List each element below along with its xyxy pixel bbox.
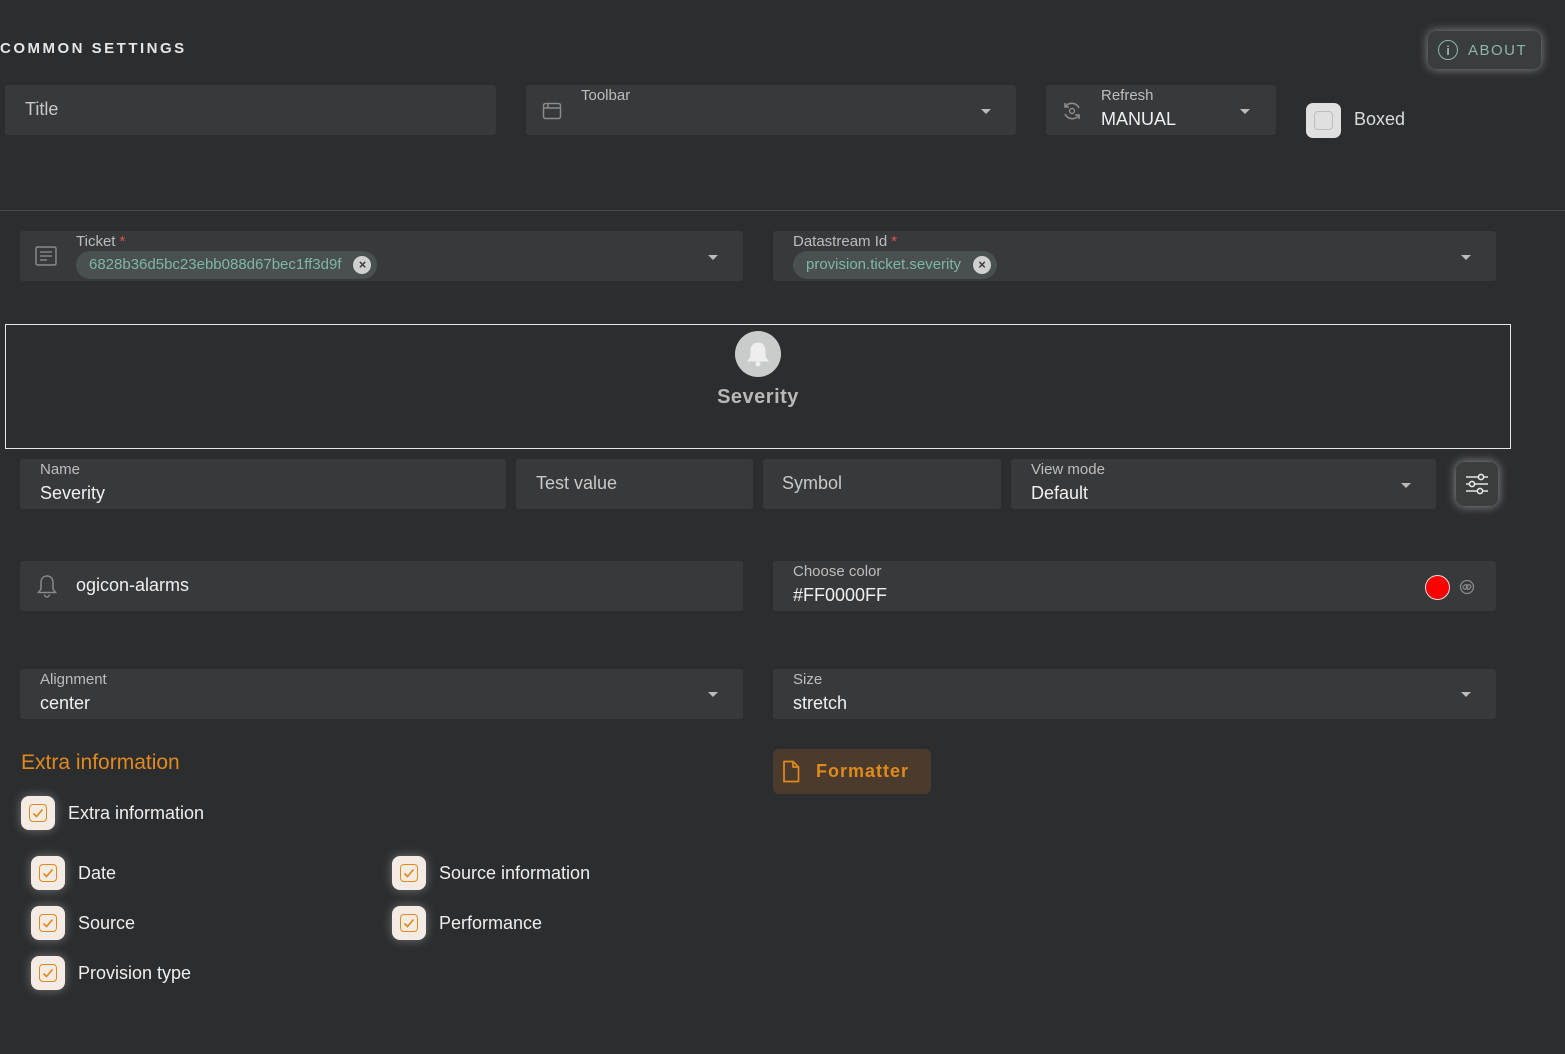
boxed-label: Boxed: [1354, 109, 1406, 129]
chevron-down-icon: [1240, 109, 1250, 114]
view-mode-label: View mode: [1031, 461, 1105, 478]
view-mode-select[interactable]: View mode Default: [1011, 459, 1436, 509]
info-icon: i: [1438, 40, 1458, 60]
view-mode-value: Default: [1031, 483, 1089, 503]
test-value-placeholder: Test value: [536, 473, 618, 493]
chevron-down-icon: [1401, 483, 1411, 488]
source-information-checkbox-label: Source information: [439, 863, 591, 883]
date-checkbox-label: Date: [78, 863, 117, 883]
sliders-icon: [1466, 473, 1488, 495]
ticket-chip: 6828b36d5bc23ebb088d67bec1ff3d9f ×: [76, 251, 378, 279]
color-field[interactable]: Choose color #FF0000FF: [773, 561, 1496, 611]
datastream-label: Datastream Id *: [793, 233, 898, 250]
date-checkbox[interactable]: [31, 856, 65, 890]
alignment-value: center: [40, 693, 91, 713]
extra-info-checkbox[interactable]: [21, 796, 55, 830]
section-divider: [0, 210, 1565, 211]
color-value: #FF0000FF: [793, 585, 888, 605]
size-value: stretch: [793, 693, 848, 713]
toolbar-select[interactable]: Toolbar: [526, 85, 1016, 135]
icon-value: ogicon-alarms: [76, 575, 190, 595]
close-icon[interactable]: ×: [973, 256, 992, 274]
performance-checkbox-label: Performance: [439, 913, 543, 933]
datastream-chip: provision.ticket.severity ×: [793, 251, 998, 279]
about-label: ABOUT: [1468, 42, 1528, 59]
preview-title: Severity: [717, 386, 799, 408]
source-information-checkbox[interactable]: [392, 856, 426, 890]
symbol-placeholder: Symbol: [782, 473, 843, 493]
bell-icon: [735, 331, 781, 377]
section-title: COMMON SETTINGS: [0, 40, 187, 57]
datastream-select[interactable]: Datastream Id * provision.ticket.severity…: [773, 231, 1496, 281]
name-label: Name: [40, 461, 81, 478]
performance-checkbox[interactable]: [392, 906, 426, 940]
file-icon: [783, 760, 800, 783]
widget-preview: Severity: [5, 324, 1511, 449]
bell-icon: [37, 575, 57, 598]
settings-sliders-button[interactable]: [1456, 462, 1498, 506]
chevron-down-icon: [708, 255, 718, 260]
refresh-label: Refresh: [1101, 87, 1154, 104]
formatter-button[interactable]: Formatter: [773, 749, 931, 794]
extra-info-heading: Extra information: [21, 751, 180, 774]
formatter-label: Formatter: [816, 761, 910, 781]
color-label: Choose color: [793, 563, 882, 580]
source-checkbox[interactable]: [31, 906, 65, 940]
about-button[interactable]: i ABOUT: [1428, 31, 1541, 69]
alignment-label: Alignment: [40, 671, 107, 688]
document-icon: [35, 246, 57, 266]
chevron-down-icon: [1461, 692, 1471, 697]
alignment-select[interactable]: Alignment center: [20, 669, 743, 719]
close-icon[interactable]: ×: [353, 256, 372, 274]
name-field[interactable]: Name Severity: [20, 459, 506, 509]
provision-type-checkbox-label: Provision type: [78, 963, 192, 983]
symbol-field[interactable]: Symbol: [763, 459, 1001, 509]
toolbar-icon: [542, 102, 562, 120]
refresh-value: MANUAL: [1101, 109, 1177, 129]
boxed-checkbox[interactable]: [1306, 103, 1341, 138]
title-field[interactable]: Title: [5, 85, 496, 135]
datastream-chip-text: provision.ticket.severity: [806, 256, 962, 273]
test-value-field[interactable]: Test value: [516, 459, 753, 509]
chevron-down-icon: [1461, 255, 1471, 260]
color-swatch[interactable]: [1425, 575, 1450, 600]
source-checkbox-label: Source: [78, 913, 136, 933]
refresh-select[interactable]: Refresh MANUAL: [1046, 85, 1276, 135]
ticket-label: Ticket *: [76, 233, 126, 250]
chevron-down-icon: [708, 692, 718, 697]
icon-field[interactable]: ogicon-alarms: [20, 561, 743, 611]
provision-type-checkbox[interactable]: [31, 956, 65, 990]
size-label: Size: [793, 671, 823, 688]
toolbar-label: Toolbar: [581, 87, 631, 104]
name-value: Severity: [40, 483, 106, 503]
ticket-select[interactable]: Ticket * 6828b36d5bc23ebb088d67bec1ff3d9f…: [20, 231, 743, 281]
extra-info-checkbox-label: Extra information: [68, 803, 205, 823]
unlink-icon[interactable]: [1459, 579, 1475, 595]
size-select[interactable]: Size stretch: [773, 669, 1496, 719]
chevron-down-icon: [981, 109, 991, 114]
refresh-icon: [1064, 102, 1080, 120]
title-placeholder: Title: [25, 99, 59, 119]
ticket-chip-text: 6828b36d5bc23ebb088d67bec1ff3d9f: [89, 256, 342, 273]
